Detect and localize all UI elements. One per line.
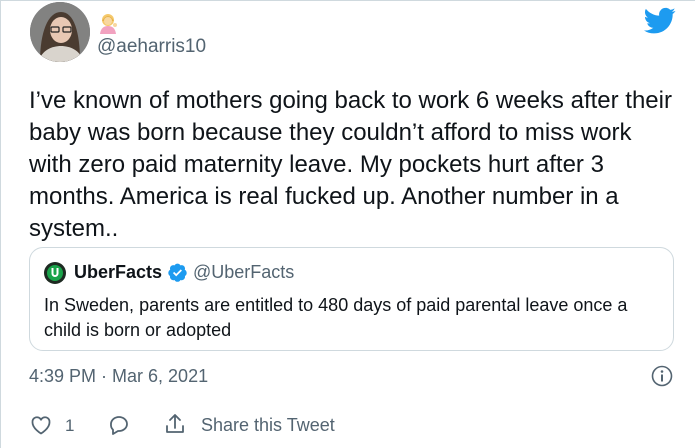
like-button[interactable] [29,413,53,437]
quoted-tweet-text: In Sweden, parents are entitled to 480 d… [44,295,628,340]
verified-badge-icon [168,263,187,282]
like-count: 1 [65,416,75,435]
reply-button[interactable] [107,413,131,437]
tweet-embed-card: @aeharris10 I’ve known of mothers going … [0,0,695,448]
heart-icon [31,416,51,435]
tweet-timestamp[interactable]: 4:39 PM · Mar 6, 2021 [29,366,208,387]
twitter-bird-icon[interactable] [644,7,676,35]
profile-photo-icon [30,2,90,62]
author-avatar[interactable] [30,2,90,62]
quoted-tweet[interactable]: UberFacts @UberFacts In Sweden, parents … [29,247,674,351]
author-handle[interactable]: @aeharris10 [97,36,206,58]
share-label[interactable]: Share this Tweet [201,415,335,436]
share-icon [166,414,184,433]
quoted-author-name[interactable]: UberFacts [74,262,162,283]
info-icon[interactable] [651,365,673,387]
uberfacts-logo-icon [44,262,66,284]
woman-tipping-hand-emoji-icon [100,14,117,34]
quoted-author-handle[interactable]: @UberFacts [193,262,294,283]
share-button[interactable] [163,412,187,436]
tweet-text: I’ve known of mothers going back to work… [29,87,672,242]
reply-bubble-icon [110,416,128,435]
